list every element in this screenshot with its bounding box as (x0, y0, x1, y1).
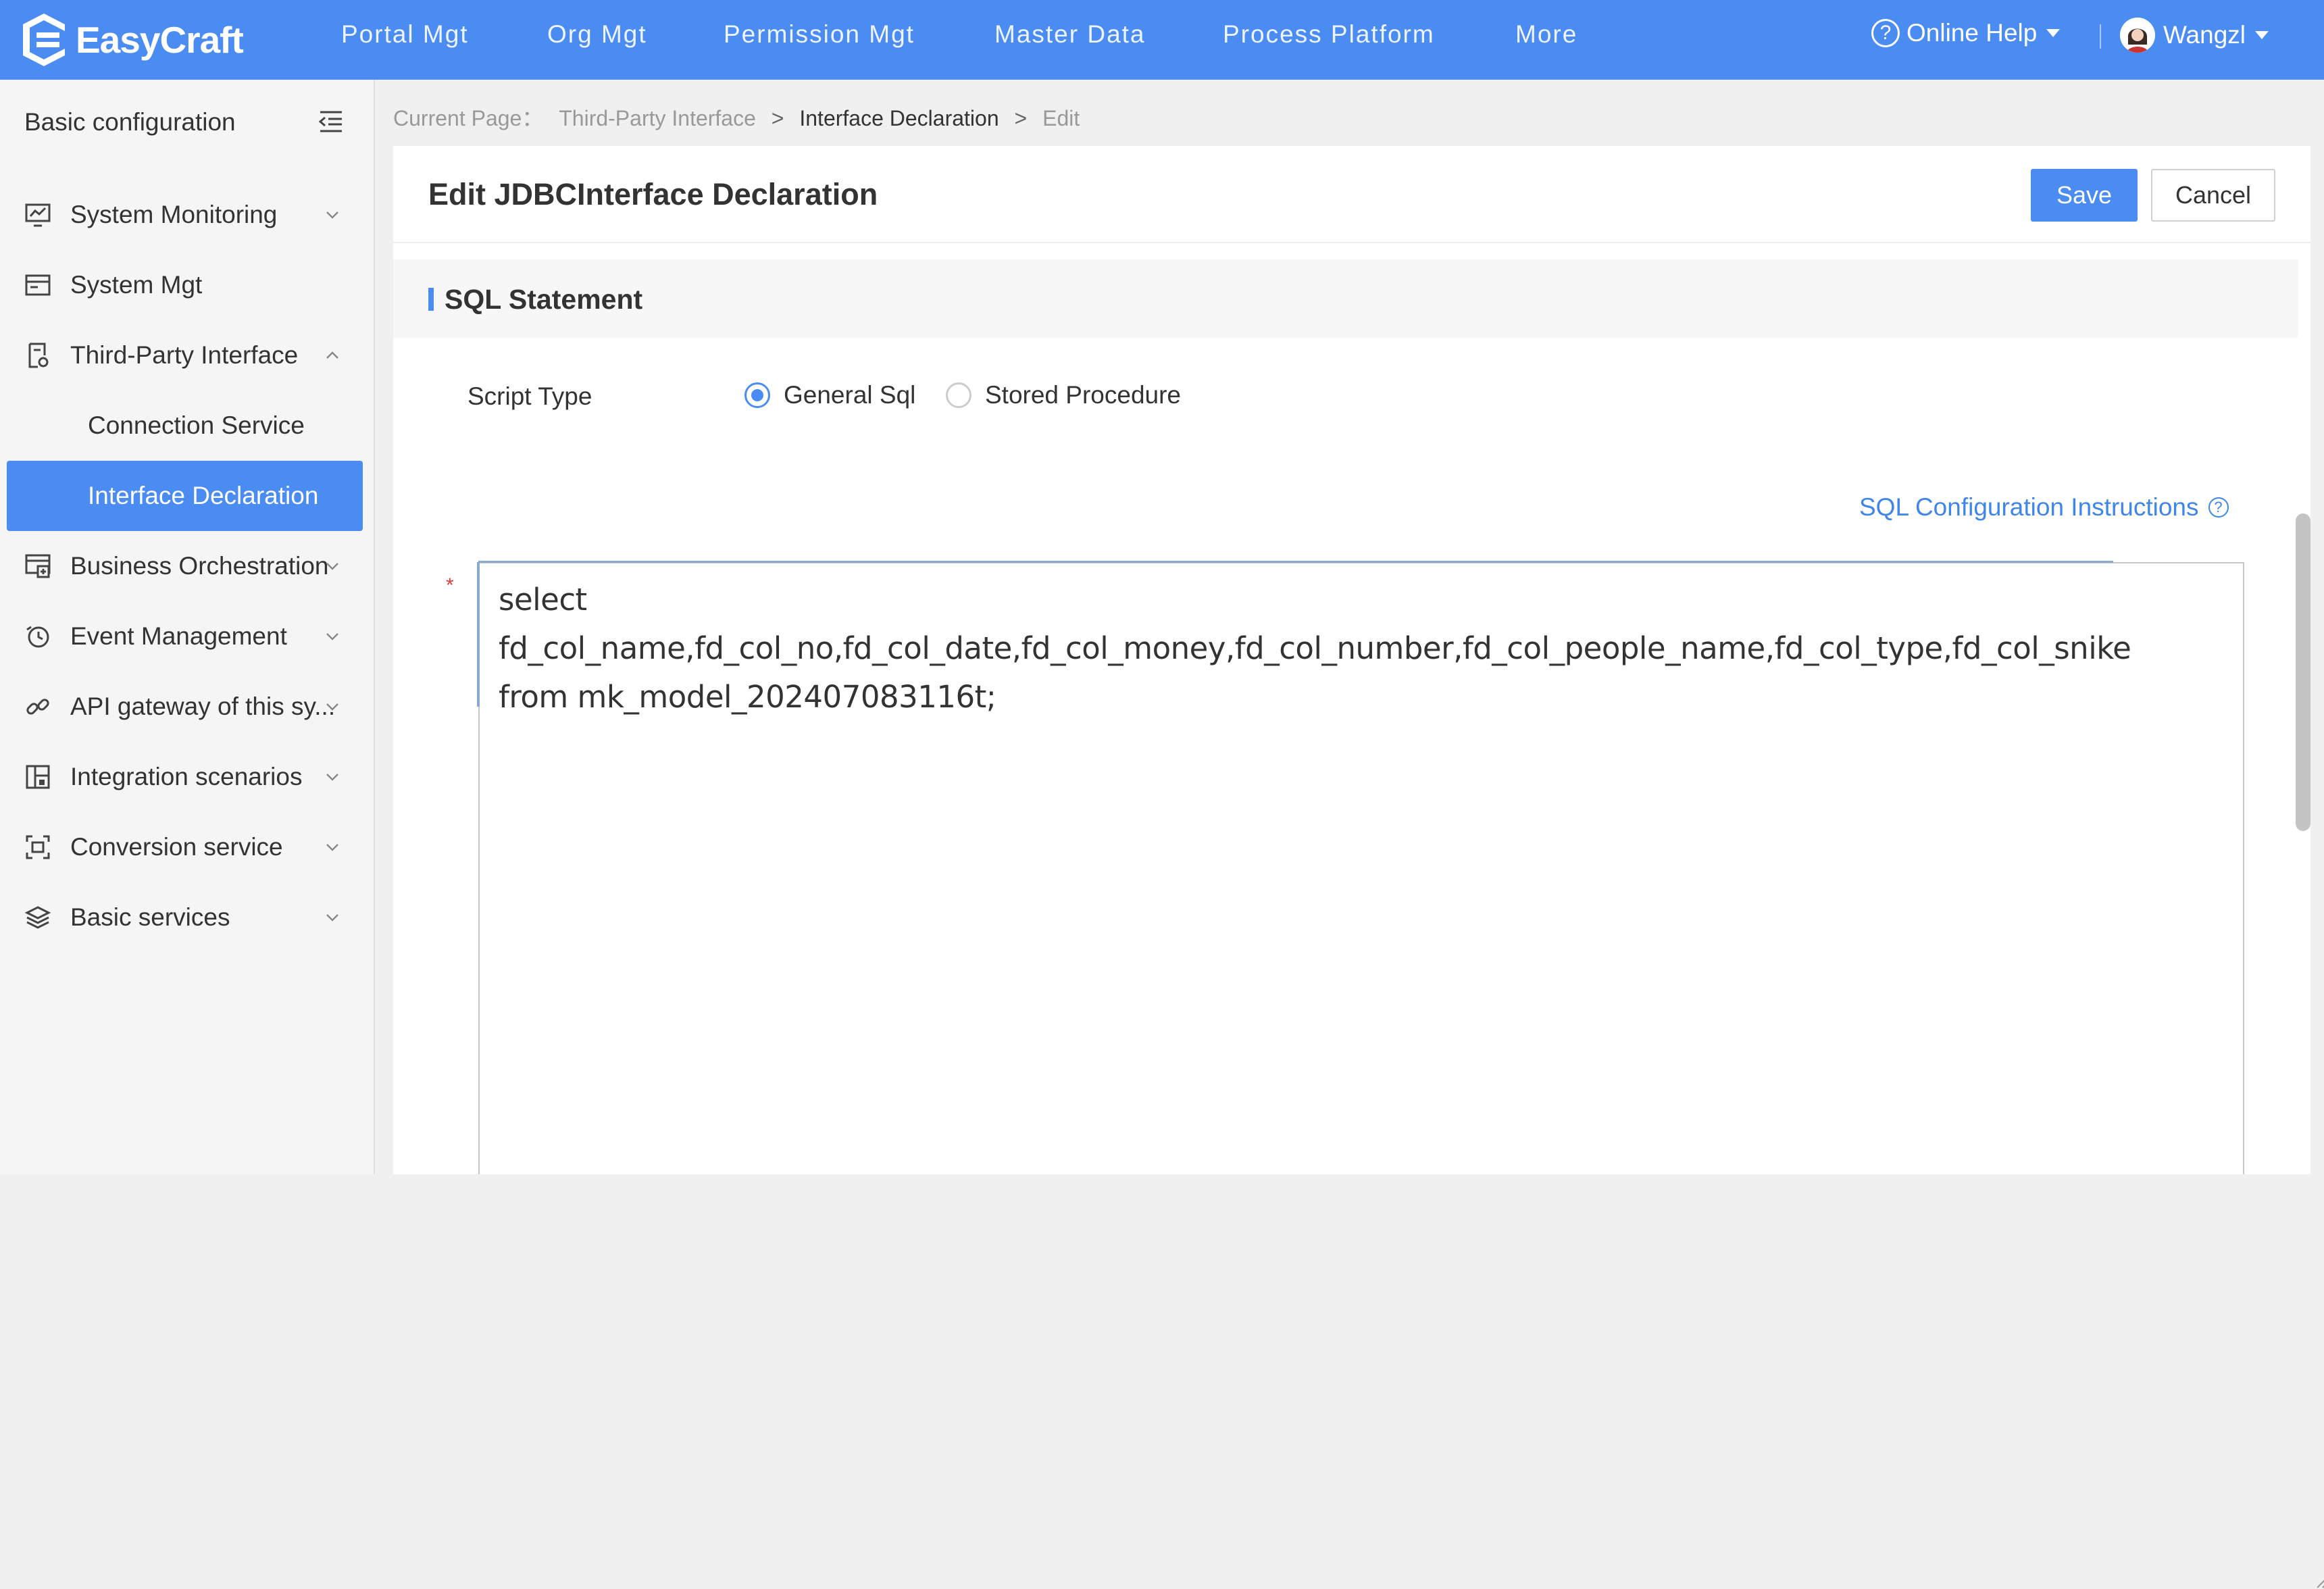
nav-process-platform[interactable]: Process Platform (1223, 20, 1435, 49)
sidebar-item-api-gateway[interactable]: API gateway of this sy... (0, 672, 374, 742)
top-navigation-bar: EasyCraft Portal Mgt Org Mgt Permission … (0, 0, 2324, 80)
breadcrumb-item-edit: Edit (1042, 106, 1080, 130)
sidebar-item-system-mgt[interactable]: System Mgt (0, 250, 374, 320)
question-circle-icon: ? (2208, 497, 2229, 518)
document-gear-icon (28, 343, 49, 368)
sidebar-item-label: Interface Declaration (88, 482, 319, 509)
app-logo[interactable]: EasyCraft (20, 7, 244, 73)
nav-more[interactable]: More (1515, 20, 1577, 49)
layers-icon (24, 906, 51, 929)
sidebar-item-label: Connection Service (88, 411, 305, 439)
cancel-button[interactable]: Cancel (2151, 169, 2275, 222)
question-circle-icon: ? (1871, 19, 1900, 47)
nav-portal-mgt[interactable]: Portal Mgt (341, 20, 469, 49)
sidebar-item-label: Third-Party Interface (70, 341, 299, 369)
sidebar-item-conversion-service[interactable]: Conversion service (0, 812, 374, 882)
radio-stored-procedure[interactable]: Stored Procedure (946, 381, 1181, 409)
collapse-menu-icon[interactable] (318, 109, 345, 134)
sidebar-item-label: Integration scenarios (70, 763, 303, 790)
textarea-focus-border (478, 561, 2113, 563)
breadcrumb-separator: > (771, 106, 784, 130)
sidebar-item-business-orchestration[interactable]: Business Orchestration (0, 531, 374, 601)
sidebar-item-integration-scenarios[interactable]: Integration scenarios (0, 742, 374, 812)
section-title: SQL Statement (445, 284, 643, 315)
link-label: SQL Configuration Instructions (1859, 493, 2199, 521)
sidebar-item-connection-service[interactable]: Connection Service (0, 390, 374, 461)
online-help-label: Online Help (1906, 19, 2038, 47)
sql-configuration-instructions-link[interactable]: SQL Configuration Instructions ? (1859, 493, 2229, 522)
chevron-down-icon (326, 211, 338, 219)
sidebar-item-third-party-interface[interactable]: Third-Party Interface (0, 320, 374, 390)
caret-down-icon (2046, 29, 2061, 37)
window-icon (25, 274, 51, 296)
nav-master-data[interactable]: Master Data (994, 20, 1146, 49)
section-accent-bar (428, 288, 434, 311)
radio-general-sql[interactable]: General Sql (744, 381, 915, 409)
resize-handle-icon[interactable] (2313, 1573, 2324, 1589)
chevron-down-icon (326, 774, 338, 781)
chevron-down-icon (326, 703, 338, 711)
sidebar-header: Basic configuration (24, 108, 236, 136)
chevron-down-icon (326, 914, 338, 922)
script-type-label: Script Type (468, 382, 592, 410)
save-button[interactable]: Save (2031, 169, 2138, 222)
sidebar-item-label: System Monitoring (70, 201, 278, 228)
required-marker: * (446, 574, 454, 597)
header-divider (2100, 24, 2101, 49)
textarea-focus-border (477, 562, 480, 707)
sidebar-item-label: System Mgt (70, 271, 203, 299)
link-icon (26, 699, 49, 715)
online-help-menu[interactable]: ? Online Help (1871, 19, 2061, 47)
sidebar-item-label: Basic services (70, 903, 230, 931)
monitor-chart-icon (25, 203, 51, 227)
breadcrumb-prefix: Current Page： (393, 106, 544, 130)
sidebar-item-interface-declaration[interactable]: Interface Declaration (7, 461, 363, 531)
breadcrumb-item-third-party-interface[interactable]: Third-Party Interface (559, 106, 756, 130)
radio-label: Stored Procedure (985, 381, 1182, 409)
nav-org-mgt[interactable]: Org Mgt (547, 20, 647, 49)
chevron-down-icon (326, 563, 338, 570)
breadcrumb-separator: > (1014, 106, 1028, 130)
page-title: Edit JDBCInterface Declaration (428, 177, 878, 211)
sql-statement-textarea[interactable]: select fd_col_name,fd_col_no,fd_col_date… (478, 562, 2324, 1588)
sidebar-item-label: Event Management (70, 622, 287, 650)
sidebar: Basic configuration System Monitoring Sy… (0, 80, 375, 1174)
sidebar-item-event-management[interactable]: Event Management (0, 601, 374, 672)
chevron-down-icon (326, 844, 338, 851)
app-name: EasyCraft (76, 19, 244, 61)
easycraft-logo-icon (23, 14, 65, 66)
chevron-down-icon (326, 633, 338, 640)
sidebar-item-label: Business Orchestration (70, 552, 329, 580)
sql-statement-text: select fd_col_name,fd_col_no,fd_col_date… (499, 582, 2131, 715)
sidebar-item-label: Conversion service (70, 833, 283, 861)
vertical-scrollbar[interactable] (2296, 513, 2310, 831)
radio-checked-icon[interactable] (744, 382, 770, 408)
breadcrumb-item-interface-declaration[interactable]: Interface Declaration (799, 106, 999, 130)
edit-panel: Edit JDBCInterface Declaration Save Canc… (393, 146, 2324, 1588)
sidebar-item-basic-services[interactable]: Basic services (0, 882, 374, 953)
radio-label: General Sql (784, 381, 916, 409)
sidebar-item-system-monitoring[interactable]: System Monitoring (0, 180, 374, 250)
breadcrumb: Current Page： Third-Party Interface > In… (393, 101, 1080, 132)
user-menu[interactable]: Wangzl (2120, 18, 2269, 53)
grid-icon (26, 765, 50, 789)
chevron-up-icon (326, 351, 338, 359)
section-header: SQL Statement (393, 259, 2298, 338)
nav-permission-mgt[interactable]: Permission Mgt (724, 20, 915, 49)
caret-down-icon (2255, 31, 2269, 39)
clock-icon (26, 626, 49, 648)
sidebar-item-label: API gateway of this sy... (70, 692, 336, 720)
divider (393, 242, 2310, 243)
avatar (2120, 18, 2155, 53)
orchestration-icon (25, 554, 51, 578)
convert-icon (26, 835, 50, 859)
user-name: Wangzl (2163, 21, 2246, 49)
radio-unchecked-icon[interactable] (946, 382, 971, 408)
